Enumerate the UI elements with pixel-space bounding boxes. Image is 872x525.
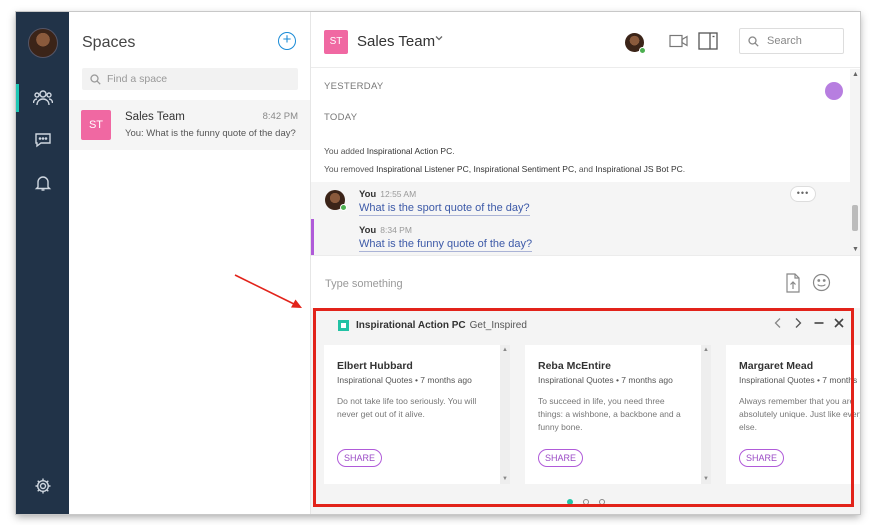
search-input[interactable]: Search xyxy=(739,28,844,54)
message-avatar[interactable] xyxy=(325,190,347,211)
scroll-up-icon[interactable]: ▲ xyxy=(852,71,859,78)
bell-icon[interactable] xyxy=(30,170,56,196)
find-space-placeholder: Find a space xyxy=(107,73,168,85)
space-name: Sales Team xyxy=(125,111,185,123)
system-message: You removed Inspirational Listener PC, I… xyxy=(324,164,686,174)
my-avatar[interactable] xyxy=(28,28,58,58)
day-divider-yesterday: YESTERDAY xyxy=(324,81,384,92)
jump-to-latest-button[interactable] xyxy=(825,82,843,100)
participant-avatar[interactable] xyxy=(625,33,646,54)
presence-dot xyxy=(639,47,646,54)
presence-dot xyxy=(340,204,347,211)
message-group: You 12:55 AM What is the sport quote of t… xyxy=(311,182,850,255)
space-list-item[interactable]: ST Sales Team 8:42 PM You: What is the f… xyxy=(69,100,310,150)
search-icon xyxy=(90,73,101,85)
space-badge: ST xyxy=(81,110,111,140)
message-text[interactable]: What is the sport quote of the day? xyxy=(359,202,530,216)
chevron-down-icon[interactable] xyxy=(434,33,444,46)
message-author: You 12:55 AM xyxy=(359,189,417,200)
message-composer[interactable]: Type something xyxy=(311,255,860,307)
message-text[interactable]: What is the funny quote of the day? xyxy=(359,238,533,252)
feed-scrollbar[interactable]: ▲ ▼ xyxy=(850,69,860,255)
attach-icon[interactable] xyxy=(784,273,802,298)
active-indicator xyxy=(16,84,19,112)
search-placeholder: Search xyxy=(767,35,802,47)
message-time: 12:55 AM xyxy=(380,189,417,199)
find-space-input[interactable]: Find a space xyxy=(82,68,298,90)
message-feed: YESTERDAY TODAY You added Inspirational … xyxy=(311,69,860,255)
left-rail xyxy=(16,12,69,514)
space-last-message: You: What is the funny quote of the day? xyxy=(125,128,296,139)
people-icon[interactable] xyxy=(30,85,56,111)
composer-placeholder: Type something xyxy=(325,278,403,290)
video-icon[interactable] xyxy=(669,34,689,53)
scroll-thumb[interactable] xyxy=(852,205,858,231)
scroll-down-icon[interactable]: ▼ xyxy=(852,246,859,253)
spaces-title: Spaces xyxy=(82,34,136,51)
space-title[interactable]: Sales Team xyxy=(357,33,435,50)
day-divider-today: TODAY xyxy=(324,112,358,123)
spaces-panel: Spaces + Find a space ST Sales Team 8:42… xyxy=(69,12,311,514)
message-author: You 8:34 PM xyxy=(359,225,412,236)
plus-circle-icon[interactable]: + xyxy=(278,32,296,50)
more-options-button[interactable]: ••• xyxy=(790,186,816,202)
space-time: 8:42 PM xyxy=(262,111,298,122)
message-time: 8:34 PM xyxy=(380,225,412,235)
system-message: You added Inspirational Action PC. xyxy=(324,146,455,156)
selected-message-bar xyxy=(311,219,314,255)
emoji-icon[interactable] xyxy=(812,273,831,297)
search-icon xyxy=(748,35,759,47)
layout-icon[interactable] xyxy=(698,32,718,55)
annotation-arrow-icon xyxy=(234,274,302,308)
header-badge: ST xyxy=(324,30,348,54)
chat-icon[interactable] xyxy=(30,127,56,153)
gear-icon[interactable] xyxy=(30,473,56,499)
space-header: ST Sales Team Search xyxy=(311,12,860,68)
highlight-box xyxy=(313,308,854,507)
